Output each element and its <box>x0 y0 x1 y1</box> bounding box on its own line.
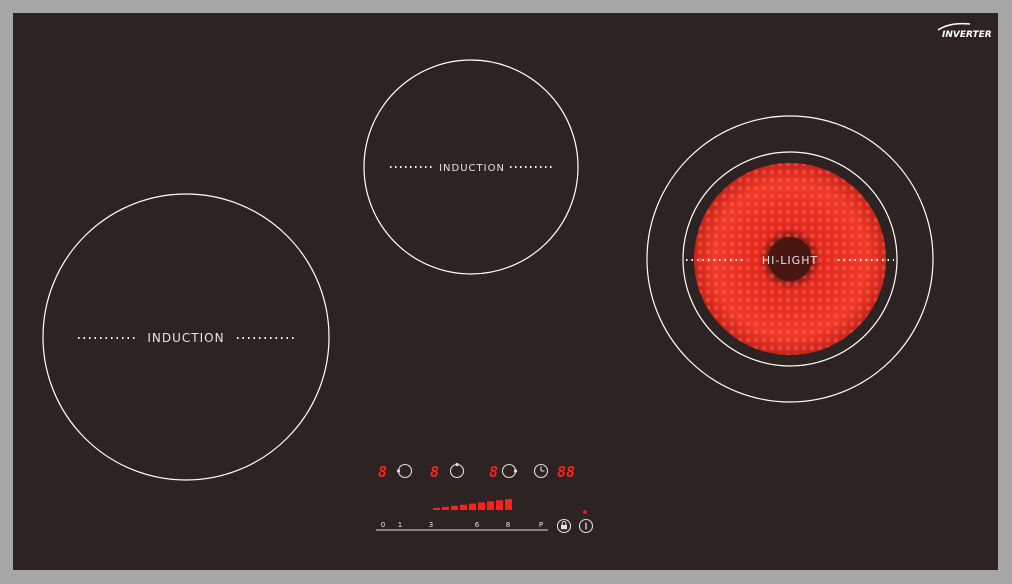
slider-scale-label: 8 <box>506 521 510 529</box>
power-level-bar <box>478 502 485 510</box>
power-level-indicator <box>433 499 512 510</box>
cooking-zone-right[interactable]: HI-LIGHT <box>646 115 934 403</box>
zone-rear-icon[interactable] <box>449 462 465 479</box>
slider-scale-label: 6 <box>475 521 480 529</box>
slider-scale-label: 0 <box>381 521 385 529</box>
zone-left-icon[interactable] <box>396 463 413 479</box>
slider-scale-label: 1 <box>398 521 402 529</box>
logo-text: INVERTER <box>942 30 992 40</box>
zone-rear-label: INDUCTION <box>439 163 505 174</box>
zone-3-display: 8 <box>489 463 498 481</box>
power-led <box>583 510 587 514</box>
power-level-bar <box>451 505 458 510</box>
power-icon[interactable] <box>578 518 594 534</box>
zone-2-display: 8 <box>430 463 439 481</box>
timer-display: 88 <box>557 463 575 481</box>
zone-1-display: 8 <box>378 463 387 481</box>
slider-scale-labels: 0 1 3 6 8 P <box>381 521 543 529</box>
power-level-bar <box>496 500 503 510</box>
lock-icon[interactable] <box>556 518 572 534</box>
zone-right-label: HI-LIGHT <box>762 254 818 267</box>
slider-scale-label: 3 <box>429 521 433 529</box>
cooking-zone-rear[interactable]: INDUCTION <box>363 59 579 275</box>
cooktop-surface: INVERTER INDUCTION INDUCTION HI-LIGHT 8 <box>42 22 992 534</box>
power-level-bar <box>487 501 494 510</box>
zone-left-label: INDUCTION <box>147 331 224 345</box>
inverter-logo: INVERTER <box>937 22 992 40</box>
power-level-bar <box>442 506 449 510</box>
clock-icon[interactable] <box>533 463 549 479</box>
power-level-bar <box>460 504 467 510</box>
control-panel: 8 8 8 88 0 1 3 6 8 P <box>376 462 594 534</box>
zone-right-icon[interactable] <box>501 463 518 479</box>
power-slider[interactable]: 0 1 3 6 8 P <box>376 521 548 531</box>
power-level-bar <box>505 499 512 510</box>
power-level-bar <box>433 508 440 510</box>
slider-scale-label: P <box>539 521 543 529</box>
cooking-zone-left[interactable]: INDUCTION <box>42 193 330 481</box>
power-level-bar <box>469 503 476 510</box>
